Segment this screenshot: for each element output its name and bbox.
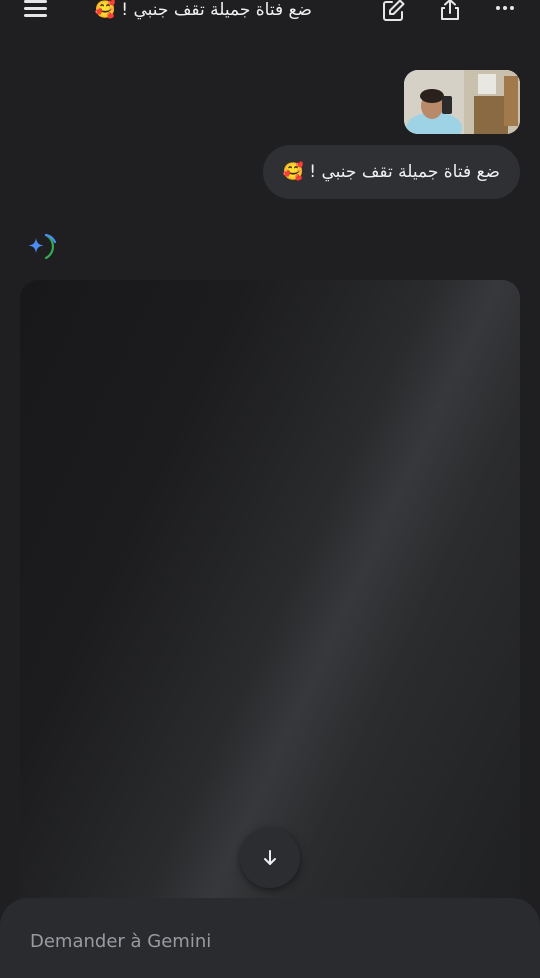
gemini-spark-icon: [24, 228, 60, 264]
arrow-down-icon: [264, 850, 276, 865]
generated-image-loading-placeholder: [20, 280, 520, 920]
share-icon[interactable]: [436, 0, 464, 24]
message-composer: [0, 898, 540, 978]
conversation-title[interactable]: ضع فتاة جميلة تقف جنبي ! 🥰: [72, 0, 312, 24]
user-uploaded-photo[interactable]: [404, 70, 520, 134]
user-message-text: ضع فتاة جميلة تقف جنبي ! 🥰: [282, 162, 500, 182]
user-message-bubble: ضع فتاة جميلة تقف جنبي ! 🥰: [262, 145, 520, 199]
hamburger-menu-icon[interactable]: [24, 0, 48, 18]
top-app-bar: ضع فتاة جميلة تقف جنبي ! 🥰: [0, 0, 540, 28]
edit-icon[interactable]: [380, 0, 408, 24]
scroll-to-bottom-button[interactable]: [240, 828, 300, 888]
prompt-input[interactable]: [30, 928, 510, 954]
more-horizontal-icon[interactable]: [492, 0, 520, 24]
